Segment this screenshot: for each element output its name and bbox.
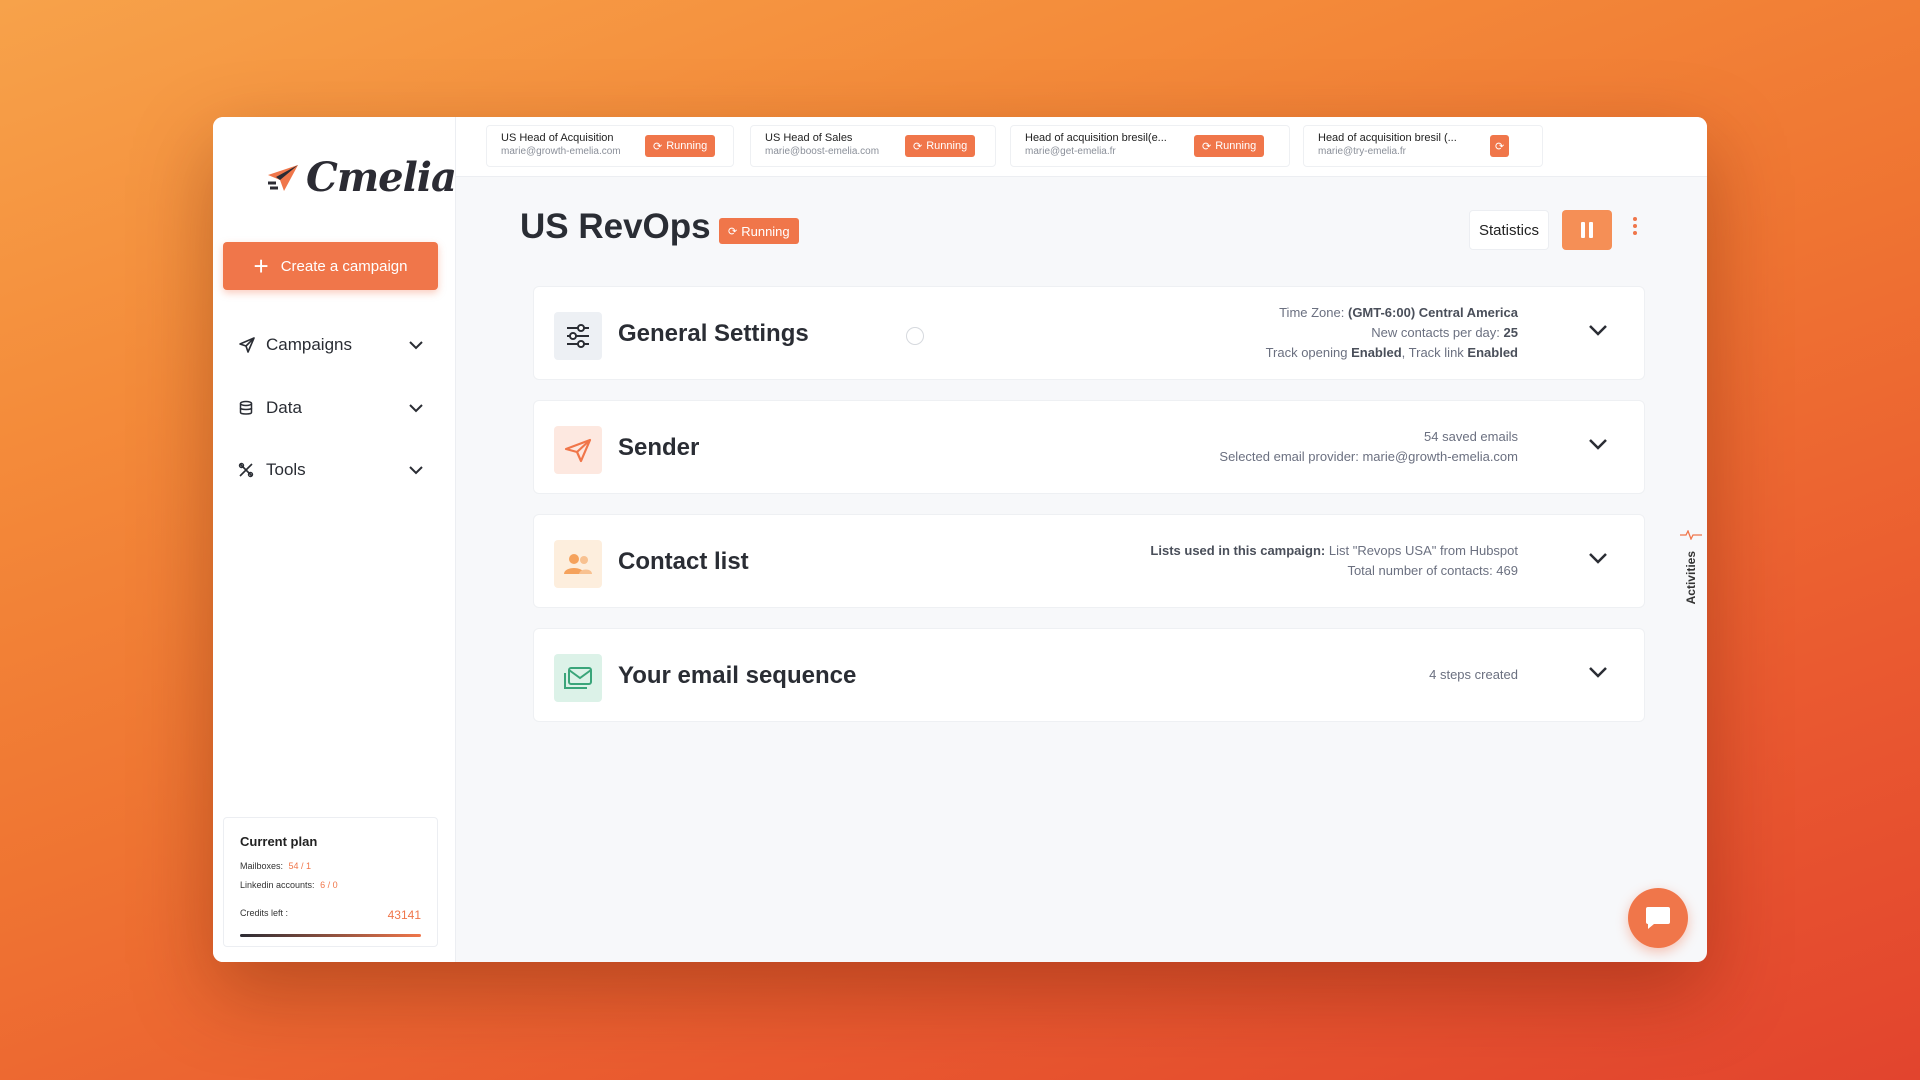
contacts-per-day-value: 25 <box>1503 325 1518 340</box>
refresh-icon: ⟳ <box>913 140 923 153</box>
status-badge-label: Running <box>741 223 790 239</box>
sender-summary: 54 saved emails Selected email provider:… <box>1219 427 1518 467</box>
lists-label: Lists used in this campaign: <box>1150 543 1326 558</box>
refresh-icon: ⟳ <box>1495 140 1505 153</box>
steps-created: 4 steps created <box>1429 667 1518 682</box>
mailboxes-line: Mailboxes: 54 / 1 <box>240 861 421 871</box>
sidebar-item-campaigns[interactable]: Campaigns <box>238 330 423 360</box>
campaign-tab[interactable]: US Head of Acquisition marie@growth-emel… <box>486 125 734 167</box>
users-icon <box>554 540 602 588</box>
sidebar-item-data[interactable]: Data <box>238 393 423 423</box>
campaign-tab[interactable]: US Head of Sales marie@boost-emelia.com … <box>750 125 996 167</box>
general-settings-summary: Time Zone: (GMT-6:00) Central America Ne… <box>1266 303 1518 363</box>
create-campaign-label: Create a campaign <box>280 257 408 275</box>
mail-icon <box>554 654 602 702</box>
pause-icon <box>1581 222 1585 238</box>
chevron-down-icon <box>409 460 423 480</box>
credits-progress <box>240 934 421 937</box>
linkedin-line: Linkedin accounts: 6 / 0 <box>240 880 421 890</box>
credits-line: Credits left : 43141 <box>240 908 421 922</box>
logo[interactable]: Cmelia <box>266 154 457 201</box>
credits-value: 43141 <box>387 908 421 922</box>
status-badge-label: Running <box>1215 140 1257 152</box>
campaign-tabs-bar: US Head of Acquisition marie@growth-emel… <box>456 117 1707 177</box>
activities-tab[interactable]: Activities <box>1679 527 1703 637</box>
sidebar-item-tools[interactable]: Tools <box>238 455 423 485</box>
chevron-down-icon[interactable] <box>1588 323 1608 341</box>
linkedin-label: Linkedin accounts: <box>240 880 315 890</box>
pulse-icon <box>1680 527 1702 545</box>
email-provider: Selected email provider: marie@growth-em… <box>1219 449 1518 464</box>
timezone-value: (GMT-6:00) Central America <box>1347 305 1518 320</box>
refresh-icon: ⟳ <box>1202 140 1212 153</box>
create-campaign-button[interactable]: + Create a campaign <box>223 242 438 290</box>
section-title: Sender <box>618 434 700 461</box>
plan-title: Current plan <box>240 834 318 849</box>
contact-list-section[interactable]: Contact list Lists used in this campaign… <box>533 514 1645 608</box>
credits-progress-fill <box>240 934 421 937</box>
chat-icon <box>1646 907 1670 929</box>
sidebar: Cmelia + Create a campaign Campaigns Dat… <box>213 117 457 962</box>
status-badge-label: Running <box>926 140 968 152</box>
app-window: Cmelia + Create a campaign Campaigns Dat… <box>213 117 1707 962</box>
sidebar-item-label: Campaigns <box>266 335 352 354</box>
pause-icon-bar <box>1589 222 1593 238</box>
chat-button[interactable] <box>1628 888 1688 948</box>
paper-plane-logo-icon <box>268 164 298 191</box>
tools-icon <box>238 462 258 478</box>
database-icon <box>238 400 258 416</box>
plus-icon: + <box>253 251 269 281</box>
track-link-value: Enabled <box>1467 345 1518 360</box>
sliders-icon <box>554 312 602 360</box>
activities-label: Activities <box>1684 551 1698 605</box>
general-settings-section[interactable]: General Settings Time Zone: (GMT-6:00) C… <box>533 286 1645 380</box>
chevron-down-icon[interactable] <box>1588 551 1608 569</box>
contacts-per-day-label: New contacts per day: <box>1371 325 1500 340</box>
send-icon <box>554 426 602 474</box>
campaign-tab[interactable]: Head of acquisition bresil(e... marie@ge… <box>1010 125 1290 167</box>
lists-value: List "Revops USA" from Hubspot <box>1328 543 1518 558</box>
loading-indicator <box>906 327 924 345</box>
saved-emails: 54 saved emails <box>1424 429 1518 444</box>
sidebar-item-label: Tools <box>266 460 306 479</box>
chevron-down-icon[interactable] <box>1588 437 1608 455</box>
section-title: General Settings <box>618 320 809 347</box>
status-badge: ⟳ Running <box>905 135 976 157</box>
chevron-down-icon <box>409 398 423 418</box>
campaign-tab[interactable]: Head of acquisition bresil (... marie@tr… <box>1303 125 1543 167</box>
status-badge: ⟳ Running <box>719 218 799 244</box>
status-badge-label: Running <box>666 140 708 152</box>
status-badge: ⟳ Running <box>645 135 716 157</box>
status-badge: ⟳ <box>1490 135 1510 157</box>
statistics-button[interactable]: Statistics <box>1469 210 1549 250</box>
status-badge: ⟳ Running <box>1194 135 1265 157</box>
pause-button[interactable] <box>1562 210 1612 250</box>
send-icon <box>238 336 258 354</box>
mailboxes-value: 54 / 1 <box>288 861 312 871</box>
current-plan-card: Current plan Mailboxes: 54 / 1 Linkedin … <box>223 817 438 947</box>
timezone-label: Time Zone: <box>1279 305 1345 320</box>
logo-text: Cmelia <box>306 154 457 201</box>
sender-section[interactable]: Sender 54 saved emails Selected email pr… <box>533 400 1645 494</box>
total-contacts: Total number of contacts: 469 <box>1347 563 1518 578</box>
refresh-icon: ⟳ <box>653 140 663 153</box>
mailboxes-label: Mailboxes: <box>240 861 284 871</box>
track-opening-value: Enabled <box>1351 345 1402 360</box>
sidebar-item-label: Data <box>266 398 302 417</box>
section-title: Your email sequence <box>618 662 857 689</box>
contact-list-summary: Lists used in this campaign: List "Revop… <box>1150 541 1518 581</box>
credits-label: Credits left : <box>240 908 289 918</box>
section-title: Contact list <box>618 548 749 575</box>
track-link-label: , Track link <box>1401 345 1464 360</box>
chevron-down-icon[interactable] <box>1588 665 1608 683</box>
email-sequence-section[interactable]: Your email sequence 4 steps created <box>533 628 1645 722</box>
more-options-icon[interactable] <box>1633 217 1637 235</box>
refresh-icon: ⟳ <box>728 225 738 238</box>
track-opening-label: Track opening <box>1265 345 1348 360</box>
linkedin-value: 6 / 0 <box>320 880 338 890</box>
chevron-down-icon <box>409 335 423 355</box>
page-title: US RevOps <box>520 207 711 246</box>
